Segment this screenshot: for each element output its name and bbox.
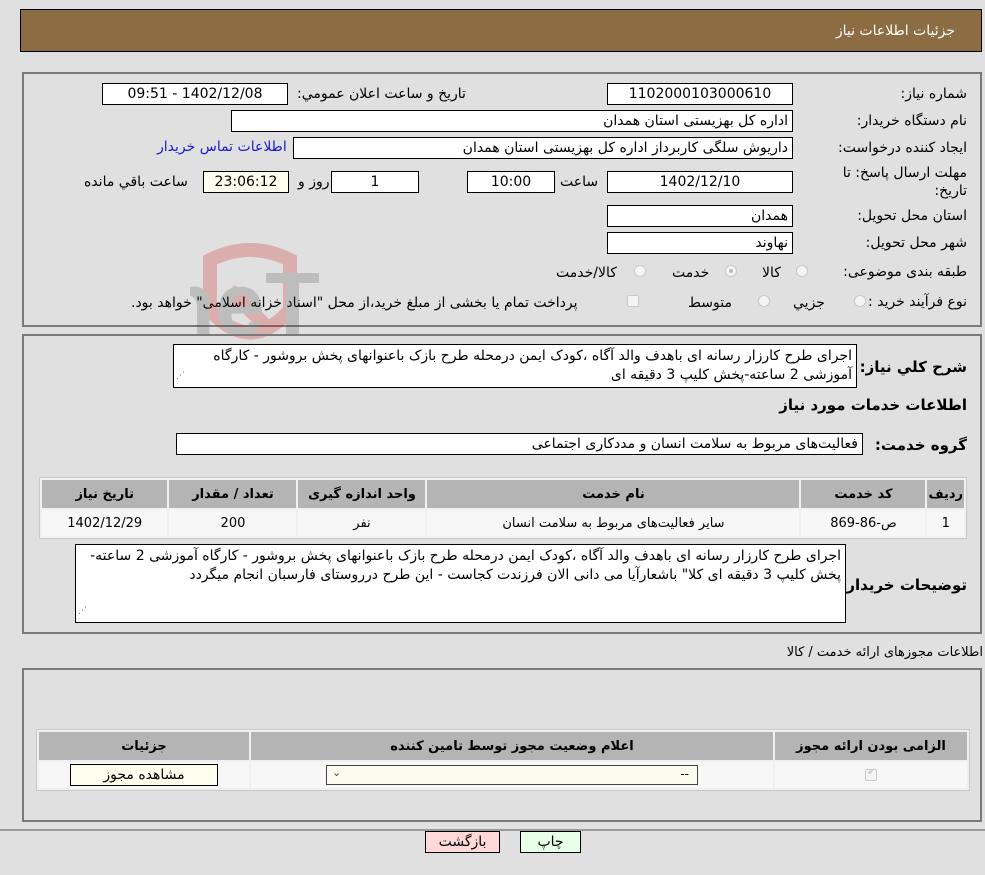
category-radio-goods-service[interactable]: [634, 265, 646, 277]
creator-label: ایجاد کننده درخواست:: [838, 140, 967, 156]
announce-field: 1402/12/08 - 09:51: [102, 83, 288, 105]
cell-permit-details: مشاهده مجوز: [39, 762, 249, 788]
permit-status-value: --: [680, 767, 689, 781]
col-permit-required: الزامی بودن ارائه مجوز: [775, 732, 967, 760]
days-label: روز و: [298, 174, 330, 190]
chevron-down-icon: ⌄: [332, 766, 342, 779]
resize-grip-icon[interactable]: ⋰: [78, 602, 87, 621]
col-need-date: تاریخ نیاز: [42, 480, 168, 508]
process-option-minor: جزيي: [793, 295, 825, 311]
page-title: جزئیات اطلاعات نیاز: [835, 23, 955, 39]
category-option-goods-service: کالا/خدمت: [556, 265, 617, 281]
category-label: طبقه بندی موضوعی:: [843, 264, 967, 280]
cell-service-code: ص-86-869: [801, 510, 926, 536]
page-header: جزئیات اطلاعات نیاز: [20, 9, 982, 52]
time-remaining-field: 23:06:12: [203, 171, 289, 193]
city-field: نهاوند: [607, 232, 793, 254]
buyer-notes-label: توضیحات خریدار:: [840, 576, 967, 594]
deadline-label: مهلت ارسال پاسخ: تا تاریخ:: [842, 165, 967, 199]
check-icon: ✔: [867, 767, 876, 778]
permits-title: اطلاعات مجوزهای ارائه خدمت / کالا: [786, 645, 983, 660]
treasury-checkbox[interactable]: [627, 295, 639, 307]
buyer-notes-text: اجرای طرح کارزار رسانه ای باهدف والد آگا…: [90, 548, 841, 583]
services-heading: اطلاعات خدمات مورد نیاز: [779, 396, 967, 414]
cell-service-name: سایر فعالیت‌های مربوط به سلامت انسان: [427, 510, 800, 536]
permits-table: الزامی بودن ارائه مجوز اعلام وضعیت مجوز …: [36, 729, 970, 791]
process-option-medium: متوسط: [688, 295, 732, 311]
resize-grip-icon[interactable]: ⋰: [176, 367, 185, 386]
cell-row: 1: [927, 510, 964, 536]
service-group-label: گروه خدمت:: [874, 436, 967, 454]
buyer-org-label: نام دستگاه خریدار:: [856, 113, 967, 129]
province-label: استان محل تحویل:: [857, 208, 967, 224]
service-group-field: فعالیت‌های مربوط به سلامت انسان و مددکار…: [176, 433, 863, 455]
table-row: 1 ص-86-869 سایر فعالیت‌های مربوط به سلام…: [42, 510, 964, 536]
services-table-header: ردیف کد خدمت نام خدمت واحد اندازه گیری ت…: [42, 480, 964, 508]
announce-label: تاریخ و ساعت اعلان عمومي:: [297, 86, 466, 102]
view-permit-button[interactable]: مشاهده مجوز: [70, 764, 218, 786]
days-remaining-field: 1: [331, 171, 419, 193]
province-field: همدان: [607, 205, 793, 227]
buyer-contact-link[interactable]: اطلاعات تماس خریدار: [157, 139, 287, 155]
services-table: ردیف کد خدمت نام خدمت واحد اندازه گیری ت…: [39, 477, 967, 539]
category-radio-service[interactable]: [725, 265, 737, 277]
permits-table-header: الزامی بودن ارائه مجوز اعلام وضعیت مجوز …: [39, 732, 967, 760]
col-unit: واحد اندازه گیری: [298, 480, 426, 508]
buyer-notes-textarea[interactable]: اجرای طرح کارزار رسانه ای باهدف والد آگا…: [75, 544, 846, 623]
creator-field: داریوش سلگی کاربرداز اداره کل بهزیستی اس…: [293, 137, 793, 159]
print-button[interactable]: چاپ: [520, 831, 581, 853]
table-row: ✔ -- ⌄ مشاهده مجوز: [39, 762, 967, 788]
cell-need-date: 1402/12/29: [42, 510, 168, 536]
cell-unit: نفر: [298, 510, 426, 536]
need-number-label: شماره نیاز:: [900, 86, 968, 102]
cell-quantity: 200: [169, 510, 297, 536]
permit-required-checkbox: ✔: [865, 767, 877, 781]
permit-status-select[interactable]: -- ⌄: [326, 765, 698, 785]
col-service-code: کد خدمت: [801, 480, 926, 508]
deadline-date-field: 1402/12/10: [607, 171, 793, 193]
time-remaining-label: ساعت باقي مانده: [84, 174, 188, 190]
description-text: اجرای طرح کارزار رسانه ای باهدف والد آگا…: [213, 348, 852, 383]
back-button[interactable]: بازگشت: [425, 831, 500, 853]
deadline-time-field: 10:00: [467, 171, 555, 193]
buyer-org-field: اداره کل بهزیستی استان همدان: [231, 110, 793, 132]
category-option-goods: کالا: [762, 265, 781, 281]
col-permit-details: جزئیات: [39, 732, 249, 760]
process-radio-minor[interactable]: [854, 295, 866, 307]
category-radio-goods[interactable]: [796, 265, 808, 277]
col-row: ردیف: [927, 480, 964, 508]
col-quantity: تعداد / مقدار: [169, 480, 297, 508]
cell-permit-status: -- ⌄: [251, 762, 773, 788]
city-label: شهر محل تحویل:: [865, 235, 967, 251]
cell-permit-required: ✔: [775, 762, 967, 788]
col-service-name: نام خدمت: [427, 480, 800, 508]
col-permit-status: اعلام وضعیت مجوز توسط تامین کننده: [251, 732, 773, 760]
deadline-time-label: ساعت: [560, 174, 599, 190]
treasury-note: پرداخت تمام یا بخشی از مبلغ خرید،از محل …: [131, 295, 578, 311]
category-option-service: خدمت: [672, 265, 710, 281]
description-label: شرح كلي نياز:: [859, 358, 967, 376]
process-radio-medium[interactable]: [758, 295, 770, 307]
process-label: نوع فرآیند خرید :: [868, 294, 967, 310]
description-textarea[interactable]: اجرای طرح کارزار رسانه ای باهدف والد آگا…: [173, 344, 857, 388]
need-number-field: 1102000103000610: [607, 83, 793, 105]
